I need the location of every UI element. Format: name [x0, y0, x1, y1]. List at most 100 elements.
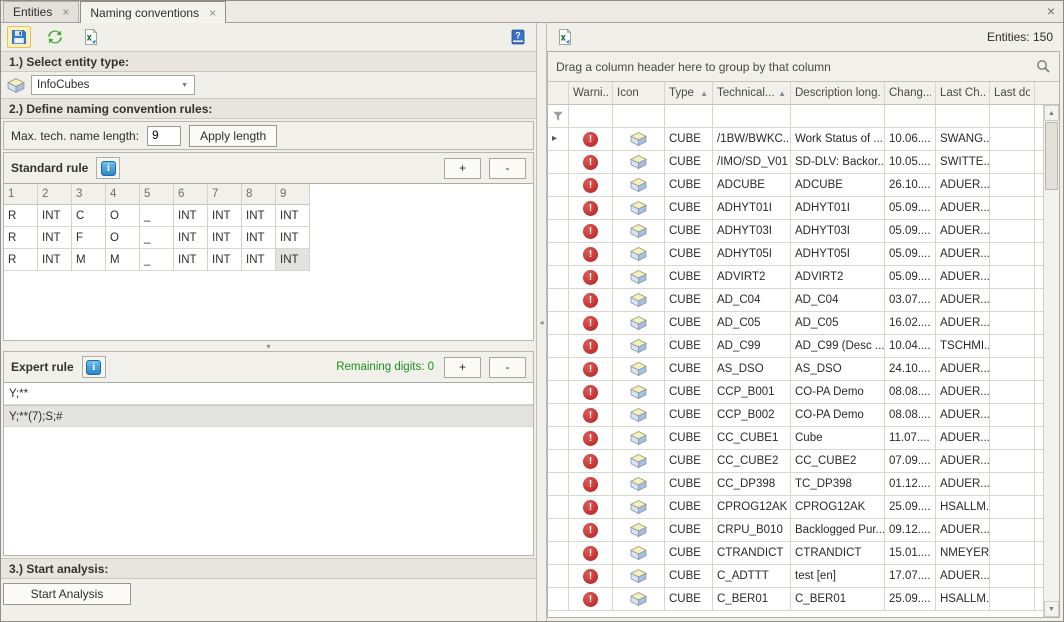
- table-row[interactable]: ! CUBECC_CUBE2CC_CUBE207.09....ADUER...: [548, 450, 1059, 473]
- max-length-input[interactable]: [147, 126, 181, 146]
- rule-splitter[interactable]: ▾: [3, 341, 534, 351]
- cell-type[interactable]: CUBE: [665, 565, 713, 587]
- row-selector[interactable]: [548, 243, 569, 265]
- cell-desc[interactable]: CC_CUBE2: [791, 450, 885, 472]
- table-row[interactable]: ! CUBEC_ADTTTtest [en]17.07....ADUER...: [548, 565, 1059, 588]
- cell-chg[interactable]: 17.07....: [885, 565, 936, 587]
- cell-chg[interactable]: 10.05....: [885, 151, 936, 173]
- cell-chg[interactable]: 07.09....: [885, 450, 936, 472]
- cell-chg[interactable]: 08.08....: [885, 404, 936, 426]
- standard-rule-cell[interactable]: INT: [208, 227, 242, 249]
- standard-rule-cell[interactable]: C: [72, 205, 106, 227]
- cell-tech[interactable]: CTRANDICT: [713, 542, 791, 564]
- warning-cell[interactable]: !: [569, 588, 613, 610]
- cell-lastdoc[interactable]: [990, 243, 1035, 265]
- entity-icon-cell[interactable]: [613, 542, 665, 564]
- column-header-icon[interactable]: Icon: [613, 82, 665, 104]
- table-row[interactable]: ! CUBEADCUBEADCUBE26.10....ADUER...: [548, 174, 1059, 197]
- warning-cell[interactable]: !: [569, 358, 613, 380]
- table-row[interactable]: ! CUBEC_BER01C_BER0125.09....HSALLM...: [548, 588, 1059, 611]
- standard-rule-column-header[interactable]: 8: [242, 184, 276, 205]
- tab-entities[interactable]: Entities ×: [3, 1, 79, 22]
- row-selector[interactable]: [548, 197, 569, 219]
- cell-type[interactable]: CUBE: [665, 496, 713, 518]
- cell-chg[interactable]: 11.07....: [885, 427, 936, 449]
- row-selector[interactable]: [548, 450, 569, 472]
- cell-type[interactable]: CUBE: [665, 358, 713, 380]
- entity-icon-cell[interactable]: [613, 450, 665, 472]
- cell-chg[interactable]: 01.12....: [885, 473, 936, 495]
- cell-lastdoc[interactable]: [990, 197, 1035, 219]
- table-row[interactable]: ! CUBEAD_C99AD_C99 (Desc ...10.04....TSC…: [548, 335, 1059, 358]
- expert-rule-info-button[interactable]: i: [82, 356, 106, 378]
- warning-cell[interactable]: !: [569, 496, 613, 518]
- start-analysis-button[interactable]: Start Analysis: [3, 583, 131, 605]
- standard-rule-cell[interactable]: INT: [276, 205, 310, 227]
- cell-lastch[interactable]: ADUER...: [936, 381, 990, 403]
- standard-rule-cell[interactable]: INT: [174, 249, 208, 271]
- cell-desc[interactable]: CO-PA Demo: [791, 381, 885, 403]
- standard-rule-column-header[interactable]: 7: [208, 184, 242, 205]
- table-row[interactable]: ! CUBEAS_DSOAS_DSO24.10....ADUER...: [548, 358, 1059, 381]
- standard-rule-cell[interactable]: R: [4, 205, 38, 227]
- cell-tech[interactable]: CCP_B002: [713, 404, 791, 426]
- entity-icon-cell[interactable]: [613, 496, 665, 518]
- table-row[interactable]: ! CUBEADHYT05IADHYT05I05.09....ADUER...: [548, 243, 1059, 266]
- cell-type[interactable]: CUBE: [665, 220, 713, 242]
- cell-chg[interactable]: 25.09....: [885, 496, 936, 518]
- entity-icon-cell[interactable]: [613, 128, 665, 150]
- standard-rule-cell[interactable]: INT: [208, 249, 242, 271]
- cell-lastch[interactable]: NMEYER: [936, 542, 990, 564]
- filter-cell[interactable]: [990, 105, 1035, 127]
- column-header-type[interactable]: Type▲: [665, 82, 713, 104]
- cell-type[interactable]: CUBE: [665, 335, 713, 357]
- row-selector[interactable]: [548, 220, 569, 242]
- table-row[interactable]: ▸! CUBE/1BW/BWKC...Work Status of ...10.…: [548, 128, 1059, 151]
- filter-cell[interactable]: [665, 105, 713, 127]
- scroll-up-icon[interactable]: ▲: [1044, 105, 1059, 121]
- cell-tech[interactable]: AD_C04: [713, 289, 791, 311]
- cell-type[interactable]: CUBE: [665, 243, 713, 265]
- standard-rule-cell[interactable]: INT: [242, 227, 276, 249]
- row-selector[interactable]: [548, 542, 569, 564]
- standard-rule-column-header[interactable]: 6: [174, 184, 208, 205]
- apply-length-button[interactable]: Apply length: [189, 125, 277, 147]
- column-header-warn[interactable]: Warni...: [569, 82, 613, 104]
- row-selector[interactable]: [548, 312, 569, 334]
- table-row[interactable]: ! CUBEAD_C05AD_C0516.02....ADUER...: [548, 312, 1059, 335]
- cell-desc[interactable]: CPROG12AK: [791, 496, 885, 518]
- cell-lastch[interactable]: ADUER...: [936, 312, 990, 334]
- save-button[interactable]: [7, 26, 31, 48]
- cell-tech[interactable]: /IMO/SD_V01: [713, 151, 791, 173]
- standard-rule-cell[interactable]: O: [106, 205, 140, 227]
- cell-lastch[interactable]: SWITTE...: [936, 151, 990, 173]
- cell-lastdoc[interactable]: [990, 358, 1035, 380]
- cell-desc[interactable]: CO-PA Demo: [791, 404, 885, 426]
- entity-icon-cell[interactable]: [613, 565, 665, 587]
- warning-cell[interactable]: !: [569, 243, 613, 265]
- standard-rule-column-header[interactable]: 5: [140, 184, 174, 205]
- filter-cell[interactable]: [936, 105, 990, 127]
- cell-desc[interactable]: AD_C99 (Desc ...: [791, 335, 885, 357]
- filter-cell[interactable]: [885, 105, 936, 127]
- cell-lastch[interactable]: ADUER...: [936, 519, 990, 541]
- row-selector[interactable]: [548, 358, 569, 380]
- cell-desc[interactable]: TC_DP398: [791, 473, 885, 495]
- table-row[interactable]: ! CUBEADHYT01IADHYT01I05.09....ADUER...: [548, 197, 1059, 220]
- cell-lastdoc[interactable]: [990, 312, 1035, 334]
- standard-rule-column-header[interactable]: 9: [276, 184, 310, 205]
- cell-type[interactable]: CUBE: [665, 404, 713, 426]
- warning-cell[interactable]: !: [569, 519, 613, 541]
- close-icon[interactable]: ×: [1047, 3, 1055, 19]
- cell-type[interactable]: CUBE: [665, 197, 713, 219]
- cell-type[interactable]: CUBE: [665, 151, 713, 173]
- table-row[interactable]: ! CUBEADHYT03IADHYT03I05.09....ADUER...: [548, 220, 1059, 243]
- standard-rule-row[interactable]: RINTCO_INTINTINTINT: [4, 205, 533, 227]
- table-row[interactable]: ! CUBECPROG12AKCPROG12AK25.09....HSALLM.…: [548, 496, 1059, 519]
- warning-cell[interactable]: !: [569, 427, 613, 449]
- row-selector[interactable]: [548, 404, 569, 426]
- cell-tech[interactable]: ADHYT01I: [713, 197, 791, 219]
- cell-lastdoc[interactable]: [990, 151, 1035, 173]
- standard-rule-cell[interactable]: _: [140, 205, 174, 227]
- cell-lastdoc[interactable]: [990, 289, 1035, 311]
